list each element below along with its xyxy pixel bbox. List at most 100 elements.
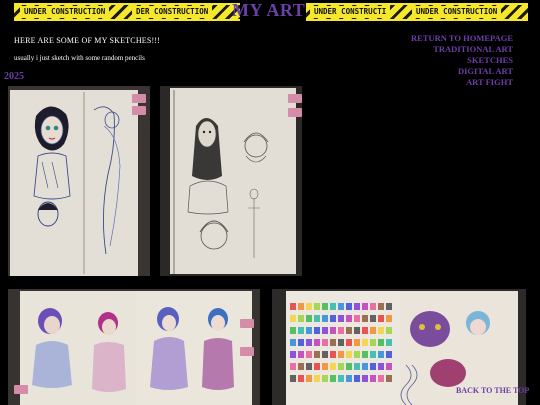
swatch bbox=[290, 327, 296, 334]
banner-text: UNDER CONSTRUCTION bbox=[20, 6, 110, 18]
swatch bbox=[322, 339, 328, 346]
banner-text: UNDER CONSTRUCTI bbox=[310, 6, 391, 18]
swatch bbox=[362, 363, 368, 370]
swatch bbox=[330, 375, 336, 382]
sketch-drawing bbox=[33, 92, 121, 274]
swatch bbox=[338, 315, 344, 322]
swatch bbox=[322, 363, 328, 370]
swatch bbox=[306, 327, 312, 334]
swatch bbox=[346, 303, 352, 310]
nav-link-digital-art[interactable]: DIGITAL ART bbox=[411, 66, 513, 77]
swatch bbox=[338, 327, 344, 334]
swatch bbox=[338, 303, 344, 310]
swatch bbox=[354, 339, 360, 346]
swatch bbox=[362, 339, 368, 346]
swatch bbox=[298, 303, 304, 310]
swatch bbox=[322, 327, 328, 334]
swatch bbox=[298, 375, 304, 382]
swatch bbox=[306, 315, 312, 322]
swatch bbox=[298, 339, 304, 346]
intro-subtext: usually i just sketch with some random p… bbox=[14, 54, 145, 62]
sketch-drawing bbox=[32, 307, 234, 392]
banner-text: UNDER CONSTRUCTION bbox=[412, 6, 502, 18]
under-construction-banner-left: UNDER CONSTRUCTION DER CONSTRUCTION bbox=[14, 3, 240, 21]
swatch bbox=[306, 375, 312, 382]
swatch bbox=[346, 351, 352, 358]
swatch bbox=[386, 315, 392, 322]
swatch bbox=[362, 351, 368, 358]
year-heading: 2025 bbox=[4, 71, 24, 82]
swatch bbox=[378, 327, 384, 334]
swatch bbox=[298, 315, 304, 322]
swatch bbox=[370, 315, 376, 322]
swatch bbox=[306, 339, 312, 346]
swatch bbox=[314, 327, 320, 334]
nav-link-sketches[interactable]: SKETCHES bbox=[411, 55, 513, 66]
swatch bbox=[386, 339, 392, 346]
under-construction-banner-right: UNDER CONSTRUCTI UNDER CONSTRUCTION bbox=[306, 3, 528, 21]
swatch bbox=[314, 303, 320, 310]
swatch bbox=[370, 351, 376, 358]
swatch bbox=[338, 351, 344, 358]
swatch bbox=[370, 363, 376, 370]
sketchbook-photo-3[interactable] bbox=[8, 289, 260, 405]
swatch bbox=[314, 339, 320, 346]
swatch bbox=[330, 303, 336, 310]
swatch bbox=[346, 339, 352, 346]
swatch bbox=[314, 315, 320, 322]
side-nav: RETURN TO HOMEPAGE TRADITIONAL ART SKETC… bbox=[411, 33, 513, 88]
swatch bbox=[346, 315, 352, 322]
swatch bbox=[338, 363, 344, 370]
swatch bbox=[362, 303, 368, 310]
swatch bbox=[314, 363, 320, 370]
swatch bbox=[338, 339, 344, 346]
banner-text: DER CONSTRUCTION bbox=[132, 6, 213, 18]
swatch bbox=[378, 351, 384, 358]
swatch bbox=[314, 351, 320, 358]
swatch bbox=[386, 363, 392, 370]
swatch bbox=[290, 375, 296, 382]
swatch bbox=[330, 327, 336, 334]
swatch bbox=[362, 375, 368, 382]
swatch bbox=[354, 351, 360, 358]
swatch bbox=[290, 303, 296, 310]
swatch bbox=[322, 351, 328, 358]
swatch bbox=[314, 375, 320, 382]
nav-link-traditional-art[interactable]: TRADITIONAL ART bbox=[411, 44, 513, 55]
swatch bbox=[370, 339, 376, 346]
swatch bbox=[322, 303, 328, 310]
back-to-top-link[interactable]: BACK TO THE TOP bbox=[456, 386, 529, 395]
swatch bbox=[298, 363, 304, 370]
swatch bbox=[306, 351, 312, 358]
swatch bbox=[290, 363, 296, 370]
swatch bbox=[290, 339, 296, 346]
swatch bbox=[346, 327, 352, 334]
swatch bbox=[370, 327, 376, 334]
nav-link-art-fight[interactable]: ART FIGHT bbox=[411, 77, 513, 88]
swatch bbox=[378, 315, 384, 322]
swatch bbox=[362, 327, 368, 334]
swatch bbox=[362, 315, 368, 322]
swatch bbox=[386, 351, 392, 358]
swatch bbox=[346, 375, 352, 382]
swatch bbox=[354, 303, 360, 310]
swatch bbox=[338, 375, 344, 382]
swatch bbox=[370, 375, 376, 382]
swatch bbox=[378, 375, 384, 382]
swatch bbox=[306, 303, 312, 310]
swatch bbox=[330, 351, 336, 358]
sketchbook-photo-2[interactable] bbox=[160, 86, 302, 276]
swatch bbox=[330, 339, 336, 346]
swatch bbox=[290, 351, 296, 358]
swatch bbox=[354, 315, 360, 322]
swatch bbox=[354, 327, 360, 334]
swatch bbox=[330, 315, 336, 322]
swatch bbox=[306, 363, 312, 370]
swatch bbox=[386, 327, 392, 334]
swatch bbox=[298, 327, 304, 334]
swatch bbox=[386, 375, 392, 382]
page-title: MY ART bbox=[232, 0, 306, 20]
intro-heading: HERE ARE SOME OF MY SKETCHES!!! bbox=[14, 36, 161, 45]
sketchbook-photo-1[interactable] bbox=[8, 86, 150, 276]
nav-link-homepage[interactable]: RETURN TO HOMEPAGE bbox=[411, 33, 513, 44]
